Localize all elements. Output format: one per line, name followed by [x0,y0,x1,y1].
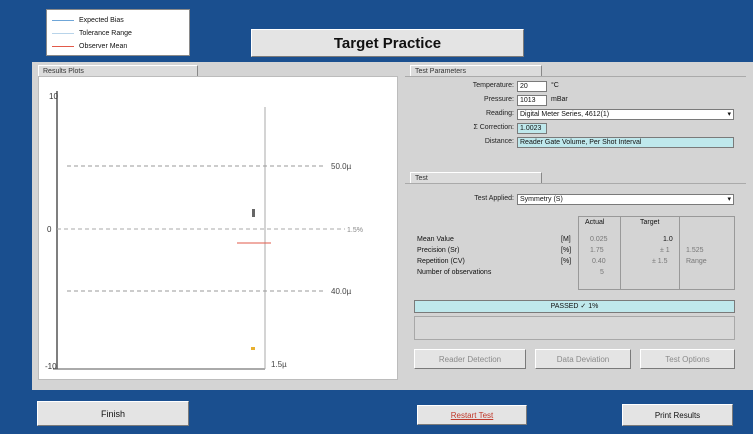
row-unit: [%] [561,258,572,265]
pressure-label: Pressure: [484,96,514,103]
row-actual: 0.025 [590,236,608,243]
finish-button[interactable]: Finish [37,401,189,426]
legend-line-icon [52,19,74,21]
correction-label: Σ Correction: [473,124,514,131]
row-extra: Range [686,258,707,265]
row-target: ± 1.5 [652,258,668,265]
row-actual: 0.40 [592,258,606,265]
test-result-bar: PASSED ✓ 1% [414,300,735,313]
data-point [251,347,255,350]
legend-line-icon [52,45,74,47]
row-label: Precision (Sr) [417,247,460,254]
data-marker [252,209,255,217]
row-target: ± 1 [660,247,670,254]
row-label: Repetition (CV) [417,258,465,265]
distance-value: Reader Gate Volume, Per Shot Interval [517,137,734,148]
temperature-label: Temperature: [472,82,514,89]
test-applied-label: Test Applied: [474,195,514,202]
test-applied-value: Symmetry (S) [520,196,563,203]
pressure-input[interactable]: 1013 [517,95,547,106]
page-title: Target Practice [251,29,524,57]
test-notes-area [414,316,735,340]
results-plot: 10 0 -10 50.0µ 40.0µ 1.5% 1.5µ [45,91,363,371]
row-extra: 1.525 [686,247,704,254]
chevron-down-icon: ▾ [727,196,731,203]
legend-row: Expected Bias [52,14,124,26]
row-actual: 1.75 [590,247,604,254]
lower-tolerance-label: 40.0µ [331,287,352,296]
pressure-unit: mBar [551,96,568,103]
row-unit: [%] [561,247,572,254]
y-label-bottom: -10 [45,362,57,371]
reading-label: Reading: [485,110,514,117]
y-label-mid: 0 [47,225,52,234]
correction-value: 1.0023 [517,123,547,134]
data-deviation-button[interactable]: Data Deviation [535,349,631,369]
reading-select[interactable]: Digital Meter Series, 4612(1) ▾ [517,109,734,120]
x-axis-label: 1.5µ [271,360,287,369]
reading-value: Digital Meter Series, 4612(1) [520,111,610,118]
test-parameters-section [405,76,746,168]
print-results-button[interactable]: Print Results [622,404,733,426]
col-target-header: Target [640,219,660,226]
legend-row: Tolerance Range [52,27,132,39]
row-target: 1.0 [663,236,673,243]
row-actual: 5 [600,269,604,276]
test-options-button[interactable]: Test Options [640,349,735,369]
results-table-divider [620,216,621,290]
upper-tolerance-label: 50.0µ [331,162,352,171]
legend-row: Observer Mean [52,40,127,52]
col-actual-header: Actual [585,219,605,226]
legend-label: Tolerance Range [79,29,132,37]
legend-label: Expected Bias [79,16,124,24]
right-tick-label: 1.5% [347,227,363,234]
results-plot-panel: 10 0 -10 50.0µ 40.0µ 1.5% 1.5µ [38,76,398,380]
distance-label: Distance: [484,138,514,145]
legend-label: Observer Mean [79,42,128,50]
row-label: Mean Value [417,236,454,243]
results-table-divider [679,216,680,290]
test-applied-select[interactable]: Symmetry (S) ▾ [517,194,734,205]
chevron-down-icon: ▾ [727,111,731,118]
temperature-input[interactable]: 20 [517,81,547,92]
y-label-top: 10 [49,92,58,101]
legend-box: Expected Bias Tolerance Range Observer M… [46,9,190,56]
row-unit: [M] [561,236,571,243]
row-label: Number of observations [417,269,492,276]
reader-detection-button[interactable]: Reader Detection [414,349,526,369]
temperature-unit: °C [551,82,559,89]
restart-test-button[interactable]: Restart Test [417,405,527,425]
legend-line-icon [52,32,74,34]
